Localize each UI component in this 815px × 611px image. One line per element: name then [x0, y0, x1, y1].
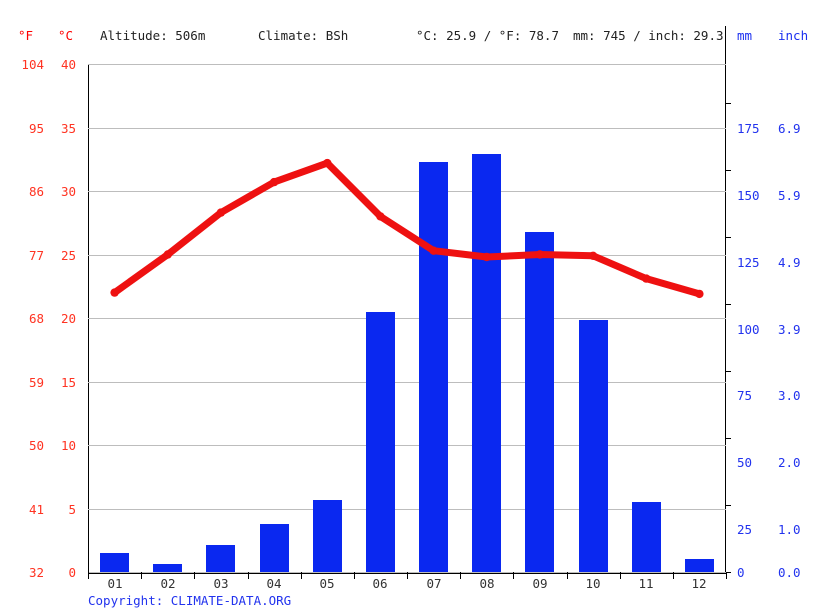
right-axis-tick	[726, 371, 731, 372]
month-label-01: 01	[107, 576, 123, 591]
gridline	[88, 382, 726, 383]
mm-tick-2: 125	[737, 255, 760, 270]
celsius-tick-1: 35	[60, 121, 76, 136]
right-axis-tick	[726, 505, 731, 506]
header-altitude: Altitude: 506m	[100, 28, 206, 43]
temperature-point-06	[376, 212, 385, 221]
temperature-line	[111, 159, 703, 298]
inch-tick-4: 3.0	[778, 388, 801, 403]
celsius-tick-0: 40	[60, 57, 76, 72]
month-label-04: 04	[266, 576, 282, 591]
fahrenheit-tick-7: 41	[28, 502, 44, 517]
precipitation-bar-10	[579, 320, 608, 572]
month-label-06: 06	[372, 576, 388, 591]
celsius-tick-4: 20	[60, 311, 76, 326]
inch-tick-1: 5.9	[778, 188, 801, 203]
celsius-tick-6: 10	[60, 438, 76, 453]
mm-tick-3: 100	[737, 322, 760, 337]
precipitation-bar-08	[472, 153, 501, 572]
precipitation-bar-03	[206, 545, 235, 572]
inch-tick-5: 2.0	[778, 455, 801, 470]
month-label-10: 10	[585, 576, 601, 591]
chart-header: °F °C Altitude: 506m Climate: BSh °C: 25…	[0, 27, 815, 45]
climate-chart: °F °C Altitude: 506m Climate: BSh °C: 25…	[0, 0, 815, 611]
temperature-point-11	[642, 274, 651, 283]
gridline	[88, 255, 726, 256]
temperature-point-01	[110, 288, 119, 297]
temperature-point-03	[216, 208, 226, 217]
right-axis-tick	[726, 103, 731, 104]
right-axis-tick	[726, 438, 731, 439]
precipitation-bar-12	[685, 558, 714, 572]
precipitation-bar-06	[366, 312, 395, 572]
header-precipitation: mm: 745 / inch: 29.3	[573, 28, 724, 43]
header-climate: Climate: BSh	[258, 28, 349, 43]
precipitation-bar-02	[153, 563, 182, 572]
header-celsius-unit: °C	[58, 28, 74, 43]
fahrenheit-tick-6: 50	[28, 438, 44, 453]
inch-tick-0: 6.9	[778, 121, 801, 136]
inch-tick-6: 1.0	[778, 522, 801, 537]
copyright-label: Copyright: CLIMATE-DATA.ORG	[88, 593, 292, 608]
inch-tick-3: 3.9	[778, 322, 801, 337]
fahrenheit-tick-8: 32	[28, 565, 44, 580]
month-label-09: 09	[532, 576, 548, 591]
fahrenheit-tick-3: 77	[28, 248, 44, 263]
header-fahrenheit-unit: °F	[18, 28, 34, 43]
precipitation-bar-01	[100, 553, 129, 572]
mm-tick-0: 175	[737, 121, 760, 136]
precipitation-bar-07	[419, 161, 448, 572]
precipitation-bar-04	[260, 523, 289, 572]
month-label-03: 03	[213, 576, 229, 591]
fahrenheit-tick-1: 95	[28, 121, 44, 136]
fahrenheit-tick-0: 104	[21, 57, 44, 72]
celsius-tick-3: 25	[60, 248, 76, 263]
gridline	[88, 64, 726, 65]
precipitation-bar-09	[525, 231, 554, 572]
mm-tick-6: 25	[737, 522, 753, 537]
gridline	[88, 191, 726, 192]
celsius-tick-2: 30	[60, 184, 76, 199]
gridline	[88, 128, 726, 129]
month-label-08: 08	[479, 576, 495, 591]
temperature-point-12	[695, 289, 704, 299]
right-axis-tick	[726, 237, 731, 238]
mm-tick-4: 75	[737, 388, 753, 403]
month-label-12: 12	[691, 576, 707, 591]
right-axis-tick	[726, 304, 731, 305]
month-label-07: 07	[426, 576, 442, 591]
temperature-points	[110, 158, 704, 299]
fahrenheit-tick-2: 86	[28, 184, 44, 199]
mm-tick-7: 0	[737, 565, 745, 580]
month-label-11: 11	[638, 576, 654, 591]
right-axis-tick	[726, 170, 731, 171]
celsius-tick-5: 15	[60, 375, 76, 390]
header-inch-unit: inch	[778, 28, 809, 43]
celsius-tick-8: 0	[68, 565, 76, 580]
mm-tick-1: 150	[737, 188, 760, 203]
celsius-tick-7: 5	[68, 502, 76, 517]
temperature-point-05	[323, 158, 332, 168]
gridline	[88, 445, 726, 446]
temperature-point-04	[269, 177, 279, 187]
month-label-05: 05	[319, 576, 335, 591]
plot-area	[88, 26, 731, 579]
y-axis-right	[725, 26, 726, 573]
header-mm-unit: mm	[737, 28, 753, 43]
gridline	[88, 509, 726, 510]
mm-tick-5: 50	[737, 455, 753, 470]
precipitation-bar-11	[632, 502, 661, 572]
fahrenheit-tick-5: 59	[28, 375, 44, 390]
x-axis-tick	[726, 572, 727, 579]
inch-tick-7: 0.0	[778, 565, 801, 580]
fahrenheit-tick-4: 68	[28, 311, 44, 326]
month-label-02: 02	[160, 576, 176, 591]
inch-tick-2: 4.9	[778, 255, 801, 270]
gridline	[88, 318, 726, 319]
header-temperature: °C: 25.9 / °F: 78.7	[416, 28, 559, 43]
precipitation-bar-05	[313, 499, 342, 572]
